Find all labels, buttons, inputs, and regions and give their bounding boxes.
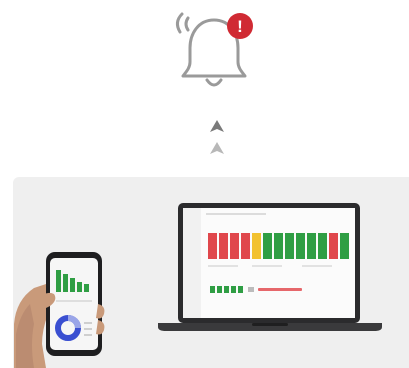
dashboard-trend-dot xyxy=(248,287,254,292)
status-bar xyxy=(208,233,217,259)
dashboard-label-line xyxy=(208,265,238,267)
phone-bar xyxy=(56,270,61,292)
phone-legend-line xyxy=(84,334,92,336)
status-bar xyxy=(340,233,349,259)
mini-bar xyxy=(210,286,215,293)
mini-bar xyxy=(238,286,243,293)
bell-vibration-left-icon xyxy=(175,12,184,34)
status-bar xyxy=(307,233,316,259)
status-bar xyxy=(285,233,294,259)
bell-clapper-icon xyxy=(205,78,223,87)
phone-legend-line xyxy=(84,328,92,330)
status-bar xyxy=(263,233,272,259)
laptop-screen xyxy=(183,208,355,318)
hand-holding-phone-icon xyxy=(14,252,105,368)
phone-bar xyxy=(70,278,75,292)
laptop-hinge xyxy=(252,323,288,326)
chevron-up-icon xyxy=(210,120,224,154)
status-bar xyxy=(219,233,228,259)
dashboard-trend-line xyxy=(258,288,302,291)
dashboard-mini-bars xyxy=(210,286,243,293)
notification-bell-icon: ! xyxy=(175,12,253,87)
phone-bar xyxy=(77,282,82,292)
status-bar xyxy=(329,233,338,259)
arrow-up-dark-icon xyxy=(210,120,224,132)
phone-divider xyxy=(56,300,92,302)
bell-vibration-left-inner-icon xyxy=(184,16,190,32)
dashboard-label-line xyxy=(252,265,282,267)
dashboard-header-line xyxy=(206,213,266,215)
status-bar xyxy=(318,233,327,259)
dashboard-label-line xyxy=(302,265,332,267)
illustration-scene: ! xyxy=(0,0,409,368)
phone-legend-line xyxy=(84,322,92,324)
phone-bar xyxy=(63,274,68,292)
mini-bar xyxy=(231,286,236,293)
status-bar xyxy=(296,233,305,259)
phone-bar xyxy=(84,284,89,292)
mini-bar xyxy=(224,286,229,293)
status-bar xyxy=(241,233,250,259)
arrow-up-light-icon xyxy=(210,142,224,154)
dashboard-sidebar xyxy=(183,208,201,318)
status-bar xyxy=(252,233,261,259)
alert-badge-text: ! xyxy=(237,17,243,36)
laptop-icon xyxy=(158,203,382,331)
status-bar xyxy=(274,233,283,259)
status-bar xyxy=(230,233,239,259)
mini-bar xyxy=(217,286,222,293)
